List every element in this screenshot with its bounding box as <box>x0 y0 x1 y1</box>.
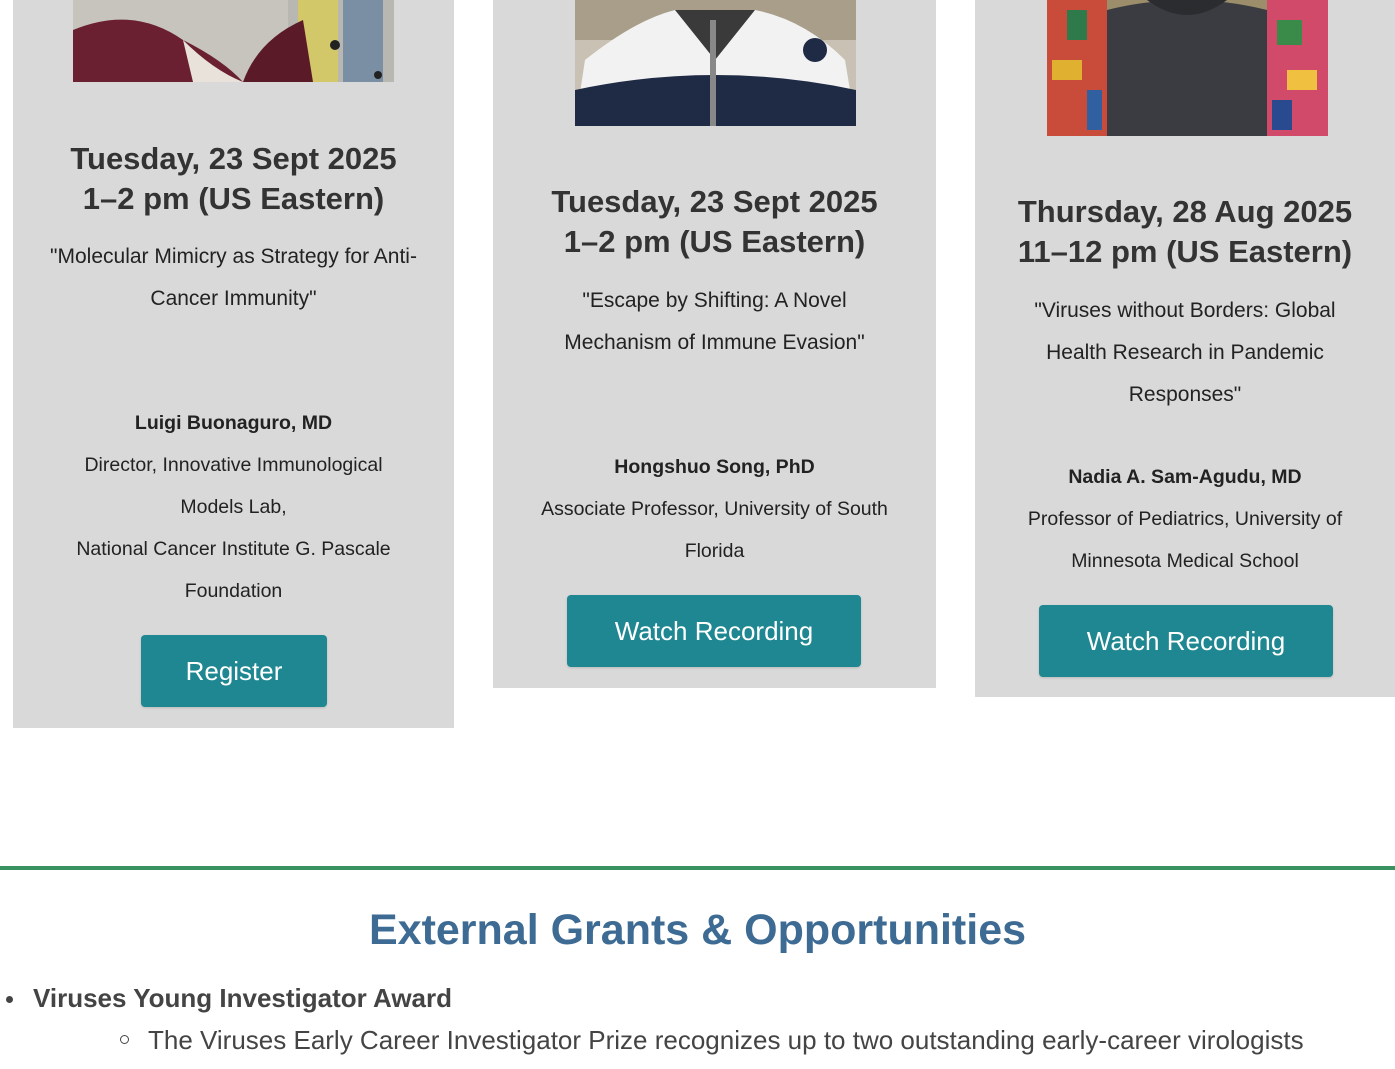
event-card-3: Thursday, 28 Aug 2025 11–12 pm (US Easter… <box>975 0 1395 697</box>
opportunity-title: Viruses Young Investigator Award <box>33 983 453 1013</box>
speaker-affiliation: Associate Professor, University of South… <box>541 498 888 562</box>
event-card-2: Tuesday, 23 Sept 2025 1–2 pm (US Eastern)… <box>493 0 936 688</box>
event-date: Tuesday, 23 Sept 2025 1–2 pm (US Eastern) <box>551 184 878 259</box>
speaker-photo <box>575 0 856 126</box>
watch-recording-button[interactable]: Watch Recording <box>1039 605 1333 677</box>
event-card-1: Tuesday, 23 Sept 2025 1–2 pm (US Eastern)… <box>13 0 454 728</box>
talk-title: "Viruses without Borders: Global Health … <box>1034 299 1336 406</box>
section-title: External Grants & Opportunities <box>368 906 1027 954</box>
list-item: Viruses Young Investigator Award The Vir… <box>0 981 1304 1057</box>
opportunity-details: The Viruses Early Career Investigator Pr… <box>33 1023 1304 1057</box>
speaker-affiliation: Professor of Pediatrics, University of M… <box>1027 508 1343 572</box>
list-item: The Viruses Early Career Investigator Pr… <box>33 1023 1304 1057</box>
speaker-info: Nadia A. Sam-Agudu, MD Professor of Pedi… <box>975 456 1395 582</box>
section-divider <box>0 866 1395 870</box>
speaker-info: Hongshuo Song, PhD Associate Professor, … <box>493 446 936 572</box>
talk-title: "Molecular Mimicry as Strategy for Anti-… <box>50 245 417 310</box>
speaker-info: Luigi Buonaguro, MD Director, Innovative… <box>13 402 454 612</box>
speaker-photo <box>73 0 394 82</box>
talk-title: "Escape by Shifting: A Novel Mechanism o… <box>564 289 865 354</box>
speaker-name: Nadia A. Sam-Agudu, MD <box>1068 466 1302 488</box>
speaker-institution: National Cancer Institute G. Pascale Fou… <box>76 538 391 602</box>
event-date: Thursday, 28 Aug 2025 11–12 pm (US Easter… <box>1017 194 1353 269</box>
speaker-photo <box>1047 0 1328 136</box>
register-button[interactable]: Register <box>141 635 327 707</box>
watch-recording-button[interactable]: Watch Recording <box>567 595 861 667</box>
speaker-affiliation: Director, Innovative Immunological Model… <box>84 454 383 518</box>
speaker-name: Luigi Buonaguro, MD <box>134 412 333 434</box>
event-date: Tuesday, 23 Sept 2025 1–2 pm (US Eastern) <box>70 141 397 216</box>
opportunities-list: Viruses Young Investigator Award The Vir… <box>0 981 1304 1057</box>
speaker-name: Hongshuo Song, PhD <box>614 456 815 478</box>
